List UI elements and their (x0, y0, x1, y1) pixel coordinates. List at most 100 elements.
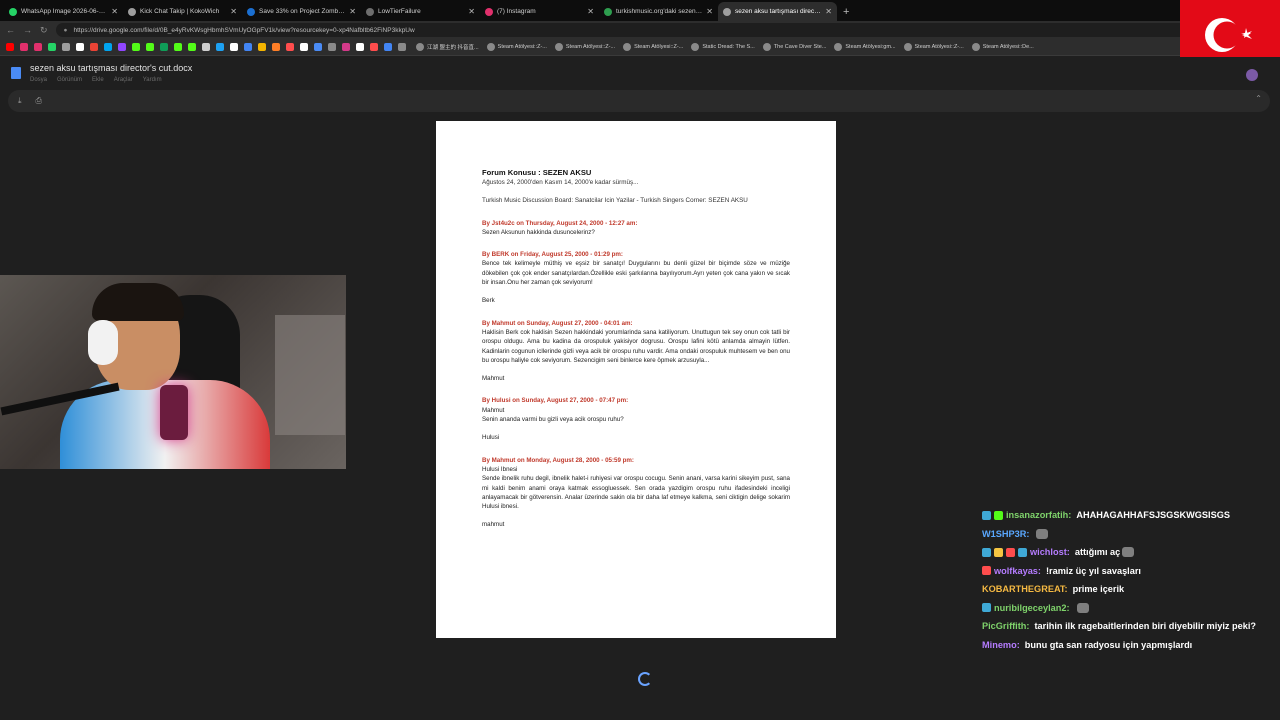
kick-icon[interactable] (146, 43, 154, 51)
bookmark-icon[interactable] (398, 43, 406, 51)
bookmark-favicon-icon (416, 43, 424, 51)
chat-message: PicGriffith: tarihin ilk ragebaitlerinden… (982, 617, 1278, 636)
forum-post: By BERK on Friday, August 25, 2000 - 01:… (482, 237, 790, 305)
keep-icon[interactable] (258, 43, 266, 51)
bookmark-icon[interactable] (300, 43, 308, 51)
menu-item[interactable]: Dosya (30, 77, 47, 83)
bookmark-item[interactable]: 江湖 盟主的 抖音直... (416, 43, 479, 51)
bookmark-item[interactable]: Steam Atölyesi::De... (971, 43, 1034, 51)
new-tab-button[interactable]: + (837, 2, 855, 21)
bookmark-item[interactable]: Static Dread: The S... (691, 43, 755, 51)
close-icon[interactable]: ✕ (468, 7, 475, 16)
youtube-icon[interactable] (6, 43, 14, 51)
bookmark-icon[interactable] (384, 43, 392, 51)
forum-post: By Mahmut on Monday, August 28, 2000 - 0… (482, 443, 790, 530)
badge-icon (994, 547, 1003, 557)
bookmark-item[interactable]: Steam Atölyesi:gm... (834, 43, 896, 51)
browser-tab[interactable]: turkishmusic.org'daki sezen aksu ✕ (599, 2, 718, 21)
bookmarks-bar: 江湖 盟主的 抖音直... Steam Atölyesi::Z-... Steam … (0, 39, 1280, 56)
bookmark-icon[interactable] (370, 43, 378, 51)
bookmark-label: Steam Atölyesi::Z-... (565, 44, 616, 50)
browser-tab[interactable]: (7) Instagram ✕ (480, 2, 599, 21)
chat-username: insanazorfatih: (1006, 510, 1072, 520)
bookmark-item[interactable]: Steam Atölyesi::Z-... (903, 43, 964, 51)
tab-title: turkishmusic.org'daki sezen aksu (616, 8, 703, 15)
address-toolbar: ← → ↻ ● https://drive.google.com/file/d/… (0, 21, 1280, 39)
chat-message: nuribilgeceylan2: (982, 599, 1278, 618)
menu-item[interactable]: Ekle (92, 77, 104, 83)
close-icon[interactable]: ✕ (230, 7, 237, 16)
site-info-icon[interactable]: ● (64, 27, 68, 34)
address-bar[interactable]: ● https://drive.google.com/file/d/0B_e4y… (55, 23, 1206, 37)
reload-icon[interactable]: ↻ (40, 25, 48, 36)
browser-tab[interactable]: sezen aksu tartışması director's cut ✕ (718, 2, 837, 21)
tab-favicon-icon (9, 7, 17, 16)
gmail-icon[interactable] (90, 43, 98, 51)
microsoft-icon[interactable] (104, 43, 112, 51)
menu-item[interactable]: Yardım (143, 77, 162, 83)
bookmark-icon[interactable] (272, 43, 280, 51)
post-header: By Mahmut on Sunday, August 27, 2000 - 0… (482, 319, 633, 327)
bookmark-favicon-icon (971, 43, 980, 51)
globe-icon[interactable] (62, 43, 70, 51)
post-body: Mahmut Senin ananda varmi bu gizli veya … (482, 406, 624, 424)
forward-icon[interactable]: → (23, 25, 32, 35)
browser-tab[interactable]: Kick Chat Takip | KokoWich ✕ (123, 2, 242, 21)
tab-favicon-icon (604, 7, 612, 16)
avatar[interactable] (1246, 69, 1258, 81)
document-page: Forum Konusu : SEZEN AKSU Ağustos 24, 20… (436, 121, 836, 638)
tab-title: sezen aksu tartışması director's cut (735, 8, 821, 15)
drive-icon[interactable] (160, 43, 168, 51)
post-body: Sezen Aksunun hakkinda dusuncelerinz? (482, 228, 595, 236)
bookmark-label: 江湖 盟主的 抖音直... (427, 45, 479, 51)
x-icon[interactable] (230, 43, 238, 51)
post-signature: mahmut (482, 521, 505, 529)
tab-title: LowTierFailure (378, 8, 421, 15)
bookmark-icon[interactable] (356, 43, 364, 51)
kick-icon[interactable] (132, 43, 140, 51)
close-icon[interactable]: ✕ (825, 7, 832, 16)
post-header: By Hulusi on Sunday, August 27, 2000 - 0… (482, 397, 629, 405)
bookmark-icon[interactable] (342, 43, 350, 51)
steam-icon[interactable] (216, 43, 224, 51)
kick-icon[interactable] (188, 43, 196, 51)
browser-tab[interactable]: WhatsApp Image 2026-06-28 at 0 ✕ (4, 2, 123, 21)
bookmark-icon[interactable] (286, 43, 294, 51)
collapse-icon[interactable]: ⌃ (1255, 94, 1262, 103)
browser-tab[interactable]: Save 33% on Project Zomboid on✕ (242, 2, 361, 21)
post-body: Haklisin Berk cok haklisin Sezen hakkind… (482, 328, 790, 364)
download-icon[interactable] (202, 43, 210, 51)
close-icon[interactable]: ✕ (349, 7, 356, 16)
whatsapp-icon[interactable] (48, 43, 56, 51)
viewer-toolbar: ⤓ ⎙ ⌃ (8, 90, 1270, 112)
download-icon[interactable]: ⤓ (18, 96, 22, 106)
menu-item[interactable]: Araçlar (114, 77, 133, 83)
tab-title: Kick Chat Takip | KokoWich (140, 8, 220, 15)
bookmark-icon[interactable] (328, 43, 336, 51)
bookmark-icon[interactable] (314, 43, 322, 51)
instagram-icon[interactable] (20, 43, 28, 51)
kick-icon[interactable] (174, 43, 182, 51)
bookmark-label: The Cave Diver Ste... (773, 44, 827, 50)
browser-tab[interactable]: LowTierFailure ✕ (361, 2, 480, 21)
bookmark-item[interactable]: Steam Atölyesi::Z-... (623, 43, 683, 51)
document-title: sezen aksu tartışması director's cut.doc… (30, 63, 193, 73)
bookmark-item[interactable]: The Cave Diver Ste... (762, 43, 827, 51)
close-icon[interactable]: ✕ (111, 7, 118, 16)
headset (88, 320, 118, 365)
translate-icon[interactable] (244, 43, 252, 51)
back-icon[interactable]: ← (6, 25, 15, 35)
menu-item[interactable]: Görünüm (57, 77, 82, 83)
print-icon[interactable]: ⎙ (36, 96, 42, 106)
close-icon[interactable]: ✕ (706, 7, 713, 16)
bookmark-item[interactable]: Steam Atölyesi::Z-... (486, 43, 547, 51)
google-icon[interactable] (76, 43, 84, 51)
instagram-icon[interactable] (34, 43, 42, 51)
close-icon[interactable]: ✕ (587, 7, 594, 16)
bookmark-item[interactable]: Steam Atölyesi::Z-... (554, 43, 616, 51)
twitch-icon[interactable] (118, 43, 126, 51)
